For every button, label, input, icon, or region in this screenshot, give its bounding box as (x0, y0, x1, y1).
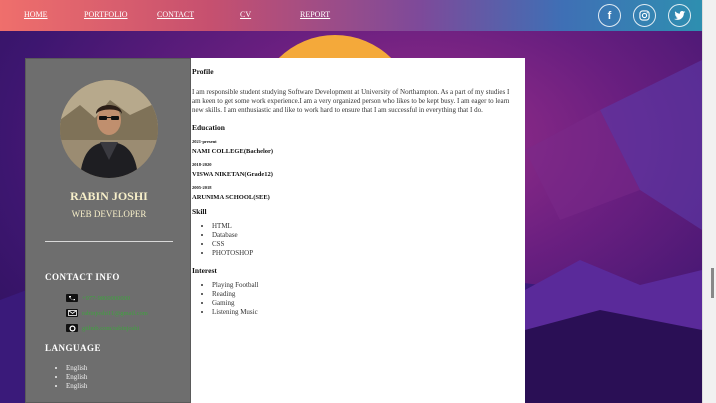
language-item: English (66, 382, 87, 391)
email-icon (66, 309, 78, 317)
nav-cv-link[interactable]: CV (240, 10, 251, 19)
cv-main-panel: Profile I am responsible student studyin… (191, 58, 525, 403)
education-heading: Education (192, 123, 225, 132)
nav-contact-link[interactable]: CONTACT (157, 10, 194, 19)
sidebar-divider (45, 241, 173, 242)
profile-sidebar: RABIN JOSHI WEB DEVELOPER CONTACT INFO +… (25, 58, 191, 403)
interest-heading: Interest (192, 266, 217, 275)
contact-phone-row[interactable]: +977-9800000000 (66, 293, 130, 303)
skill-heading: Skill (192, 207, 207, 216)
contact-github-text[interactable]: github.com/rabinjoshi (82, 325, 139, 332)
skill-item: PHOTOSHOP (212, 249, 517, 258)
interest-item: Listening Music (212, 308, 517, 317)
education-years: 2021-present (192, 139, 217, 144)
education-years: 2018-2020 (192, 162, 212, 167)
github-icon (66, 324, 78, 332)
phone-icon (66, 294, 78, 302)
education-years: 2005-2018 (192, 185, 212, 190)
language-item: English (66, 373, 87, 382)
instagram-icon[interactable] (633, 4, 656, 27)
language-list: English English English (66, 364, 87, 391)
language-heading: LANGUAGE (45, 343, 102, 353)
skill-item: Database (212, 231, 517, 240)
education-school: NAMI COLLEGE(Bachelor) (192, 148, 274, 155)
skill-item: CSS (212, 240, 517, 249)
interest-item: Playing Football (212, 281, 517, 290)
avatar (60, 80, 158, 178)
contact-email-text[interactable]: rabinjoshi11@gmail.com (82, 310, 148, 317)
contact-github-row[interactable]: github.com/rabinjoshi (66, 323, 139, 333)
education-school: VISWA NIKETAN(Grade12) (192, 171, 273, 178)
profile-heading: Profile (192, 67, 214, 76)
profile-role: WEB DEVELOPER (71, 209, 147, 219)
interest-item: Gaming (212, 299, 517, 308)
interest-item: Reading (212, 290, 517, 299)
interest-list: Playing Football Reading Gaming Listenin… (192, 281, 517, 317)
contact-email-row[interactable]: rabinjoshi11@gmail.com (66, 308, 148, 318)
nav-portfolio-link[interactable]: PORTFOLIO (84, 10, 128, 19)
language-item: English (66, 364, 87, 373)
top-navbar: HOME PORTFOLIO CONTACT CV REPORT f (0, 0, 702, 31)
education-school: ARUNIMA SCHOOL(SEE) (192, 194, 270, 201)
nav-report-link[interactable]: REPORT (300, 10, 330, 19)
page-scrollbar[interactable] (702, 0, 716, 403)
facebook-icon[interactable]: f (598, 4, 621, 27)
contact-phone-text[interactable]: +977-9800000000 (82, 295, 130, 302)
skill-item: HTML (212, 222, 517, 231)
skill-list: HTML Database CSS PHOTOSHOP (192, 222, 517, 258)
twitter-icon[interactable] (668, 4, 691, 27)
nav-home-link[interactable]: HOME (24, 10, 48, 19)
scrollbar-thumb[interactable] (711, 268, 714, 298)
profile-text: I am responsible student studying Softwa… (192, 88, 510, 114)
profile-name: RABIN JOSHI (70, 189, 148, 203)
contact-info-heading: CONTACT INFO (45, 272, 120, 282)
